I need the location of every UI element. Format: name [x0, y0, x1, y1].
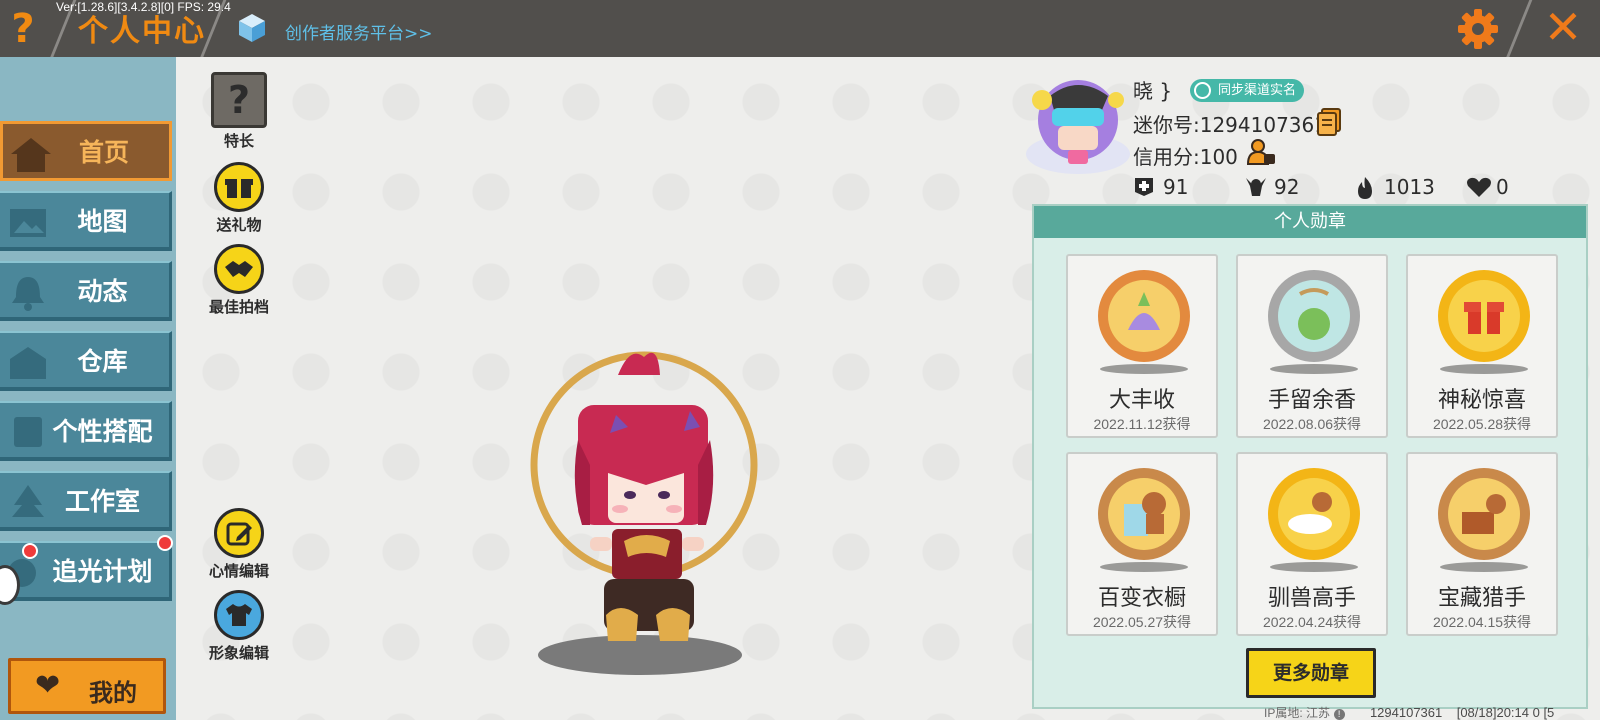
- badge-shadow: [1440, 562, 1528, 572]
- credit-info-icon[interactable]: [1246, 138, 1276, 166]
- beast-tamer-badge-icon: [1268, 468, 1360, 560]
- sync-realname-label: 同步渠道实名: [1218, 83, 1297, 98]
- footer-time: [08/18]20:14 0 [5: [1456, 705, 1555, 720]
- sidebar-item-studio[interactable]: 工作室: [0, 471, 172, 531]
- badge-name: 手留余香: [1267, 388, 1356, 413]
- badge-date: 2022.04.24获得: [1262, 614, 1362, 630]
- badge-name: 宝藏猎手: [1437, 586, 1526, 611]
- badge-shadow: [1440, 364, 1528, 374]
- divider: [1505, 0, 1534, 60]
- treasure-hunter-badge-icon: [1438, 468, 1530, 560]
- plus-flag-icon: [1135, 178, 1153, 196]
- sidebar-item-feed[interactable]: 动态: [0, 261, 172, 321]
- creator-platform-link[interactable]: 创作者服务平台>>: [285, 19, 433, 44]
- fragrance-badge-icon: [1268, 270, 1360, 362]
- send-gift-label: 送礼物: [216, 216, 262, 234]
- mood-edit-button[interactable]: 心情编辑: [194, 508, 284, 581]
- harvest-badge-icon: [1098, 270, 1190, 362]
- sidebar-item-label: 个性搭配: [52, 417, 153, 446]
- flame-icon: [1358, 177, 1372, 199]
- followers-count: 92: [1274, 175, 1300, 199]
- avatar-edit-button[interactable]: 形象编辑: [194, 590, 284, 663]
- mine-label: 我的: [89, 679, 137, 707]
- likes-count: 91: [1163, 175, 1189, 199]
- best-partner-label: 最佳拍档: [208, 298, 269, 316]
- badge-date: 2022.05.28获得: [1432, 416, 1532, 432]
- badge-card[interactable]: 手留余香 2022.08.06获得: [1236, 254, 1388, 438]
- hearts-icon: [1467, 177, 1491, 197]
- badge-card[interactable]: 神秘惊喜 2022.05.28获得: [1406, 254, 1558, 438]
- sidebar-item-map[interactable]: 地图: [0, 191, 172, 251]
- badge-card[interactable]: 大丰收 2022.11.12获得: [1066, 254, 1218, 438]
- avatar[interactable]: [1022, 70, 1132, 176]
- talent-label: 特长: [223, 132, 254, 150]
- wardrobe-badge-icon: [1098, 468, 1190, 560]
- badge-shadow: [1100, 364, 1188, 374]
- top-bar: ? 个人中心 Ver:[1.28.6][3.4.2.8][0] FPS: 29.…: [0, 0, 1600, 60]
- mini-id: 迷你号:1294107361: [1133, 113, 1327, 137]
- notification-dot: [157, 535, 173, 551]
- badge-shadow: [1100, 562, 1188, 572]
- sidebar-item-warehouse[interactable]: 仓库: [0, 331, 172, 391]
- gift-icon: [214, 162, 264, 212]
- copy-icon[interactable]: [1316, 108, 1342, 136]
- notification-dot: [22, 543, 38, 559]
- badge-name: 神秘惊喜: [1437, 388, 1526, 413]
- gear-icon[interactable]: [1456, 7, 1500, 51]
- sidebar: 首页 地图 动态 仓库 个性搭配 工作室 追光计划: [0, 57, 176, 720]
- badge-date: 2022.04.15获得: [1432, 614, 1532, 630]
- badge-name: 大丰收: [1108, 388, 1175, 413]
- sidebar-item-outfit[interactable]: 个性搭配: [0, 401, 172, 461]
- ip-location: IP属地: 江苏: [1264, 706, 1331, 720]
- debug-version-text: Ver:[1.28.6][3.4.2.8][0] FPS: 29.4: [56, 0, 231, 14]
- close-icon[interactable]: ✕: [1540, 4, 1586, 50]
- more-badges-button[interactable]: 更多勋章: [1246, 648, 1376, 698]
- sidebar-item-label: 工作室: [64, 487, 140, 516]
- shirt-icon: [214, 590, 264, 640]
- heart-icon: ❤: [35, 668, 61, 703]
- favorites-count: 0: [1496, 175, 1509, 199]
- best-partner-button[interactable]: 最佳拍档: [194, 244, 284, 317]
- badge-shadow: [1270, 562, 1358, 572]
- question-icon: ?: [211, 72, 267, 128]
- sidebar-item-home[interactable]: 首页: [0, 121, 172, 181]
- badge-date: 2022.08.06获得: [1262, 416, 1362, 432]
- badge-name: 百变衣橱: [1097, 586, 1186, 611]
- heat-count: 1013: [1384, 175, 1435, 199]
- footer-uid: 1294107361: [1369, 705, 1443, 720]
- mine-button[interactable]: ❤ 我的: [8, 658, 166, 714]
- badge-card[interactable]: 百变衣橱 2022.05.27获得: [1066, 452, 1218, 636]
- username: 晓 }: [1133, 79, 1173, 103]
- sidebar-item-label: 地图: [77, 207, 128, 236]
- badge-name: 驯兽高手: [1267, 586, 1356, 611]
- player-character[interactable]: [520, 345, 780, 690]
- mystery-gift-badge-icon: [1438, 270, 1530, 362]
- badges-header: 个人勋章: [1034, 206, 1586, 238]
- fans-icon: [1246, 178, 1266, 196]
- edit-icon: [214, 508, 264, 558]
- info-icon[interactable]: !: [1333, 709, 1345, 720]
- credit-score: 信用分:100: [1133, 145, 1238, 169]
- badges-grid: 大丰收 2022.11.12获得 手留余香 2022.08.06获得 神秘惊喜 …: [1034, 238, 1586, 636]
- cube-icon[interactable]: [236, 12, 268, 44]
- sync-realname-button[interactable]: 同步渠道实名: [1190, 79, 1305, 102]
- badges-panel: 个人勋章 大丰收 2022.11.12获得 手留余香 2022.08.06获得 …: [1032, 204, 1588, 709]
- send-gift-button[interactable]: 送礼物: [194, 162, 284, 235]
- handshake-icon: [214, 244, 264, 294]
- sidebar-item-label: 仓库: [77, 347, 128, 376]
- sidebar-item-label: 首页: [78, 138, 129, 167]
- avatar-edit-label: 形象编辑: [208, 644, 269, 662]
- badge-card[interactable]: 驯兽高手 2022.04.24获得: [1236, 452, 1388, 636]
- user-icon: [1194, 82, 1211, 99]
- badge-card[interactable]: 宝藏猎手 2022.04.15获得: [1406, 452, 1558, 636]
- sidebar-item-label: 动态: [77, 277, 128, 306]
- badge-date: 2022.11.12获得: [1093, 416, 1191, 432]
- mood-edit-label: 心情编辑: [208, 562, 269, 580]
- badge-shadow: [1270, 364, 1358, 374]
- help-button[interactable]: ?: [8, 8, 38, 50]
- footer-status: IP属地: 江苏 ! 1294107361 [08/18]20:14 0 [5: [1264, 704, 1554, 720]
- badge-date: 2022.05.27获得: [1092, 614, 1192, 630]
- talent-button[interactable]: ? 特长: [194, 72, 284, 151]
